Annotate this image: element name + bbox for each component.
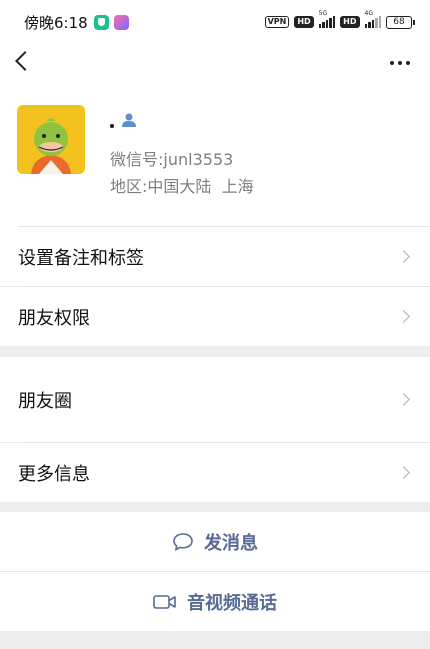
- chevron-right-icon: [397, 310, 410, 323]
- region-line: 地区:中国大陆 上海: [110, 173, 254, 197]
- nickname: [110, 124, 114, 128]
- vpn-badge: VPN: [264, 16, 290, 28]
- shield-icon: [93, 14, 109, 30]
- send-message-button[interactable]: 发消息: [0, 512, 430, 571]
- chevron-right-icon: [397, 466, 410, 479]
- friend-permissions-label: 朋友权限: [18, 307, 90, 329]
- network-label: 5G: [318, 10, 328, 17]
- send-message-label: 发消息: [204, 532, 258, 554]
- chat-bubble-icon: [173, 532, 193, 551]
- chevron-right-icon: [397, 250, 410, 263]
- hd-badge: HD: [294, 16, 314, 28]
- signal-4g-icon: 4G: [364, 10, 381, 28]
- video-call-label: 音视频通话: [187, 592, 277, 614]
- remark-tags-label: 设置备注和标签: [18, 247, 144, 269]
- signal-5g-icon: 5G: [318, 10, 336, 28]
- friend-icon: [122, 113, 136, 127]
- wechat-id-value: junl3553: [163, 150, 234, 169]
- video-call-button[interactable]: 音视频通话: [0, 572, 430, 631]
- more-dots-icon[interactable]: [390, 61, 410, 65]
- network-label-2: 4G: [364, 10, 373, 17]
- app-notification-icon: [113, 14, 129, 30]
- region-value: 中国大陆 上海: [147, 177, 254, 196]
- video-camera-icon: [153, 594, 176, 609]
- remark-tags-row[interactable]: 设置备注和标签: [0, 227, 430, 286]
- more-info-row[interactable]: 更多信息: [0, 443, 430, 502]
- duck-avatar-icon: [17, 105, 85, 174]
- back-arrow-icon[interactable]: [15, 51, 35, 71]
- avatar[interactable]: [17, 105, 85, 174]
- profile-header: 微信号:junl3553 地区:中国大陆 上海: [0, 84, 430, 227]
- more-info-label: 更多信息: [18, 463, 90, 485]
- battery-icon: 68: [386, 15, 415, 29]
- friend-permissions-row[interactable]: 朋友权限: [0, 287, 430, 346]
- wechat-id-label: 微信号:: [110, 150, 164, 169]
- nav-bar: [0, 44, 430, 84]
- hd-badge-2: HD: [340, 16, 360, 28]
- chevron-right-icon: [397, 393, 410, 406]
- moments-label: 朋友圈: [18, 390, 72, 412]
- status-bar: 傍晚6:18 VPN HD 5G HD 4G 68: [0, 0, 430, 44]
- status-indicators: VPN HD 5G HD 4G 68: [264, 10, 415, 29]
- region-label: 地区:: [110, 177, 148, 196]
- divider: [18, 226, 430, 227]
- wechat-id-line: 微信号:junl3553: [110, 146, 233, 170]
- status-time: 傍晚6:18: [24, 13, 88, 32]
- moments-row[interactable]: 朋友圈: [0, 357, 430, 442]
